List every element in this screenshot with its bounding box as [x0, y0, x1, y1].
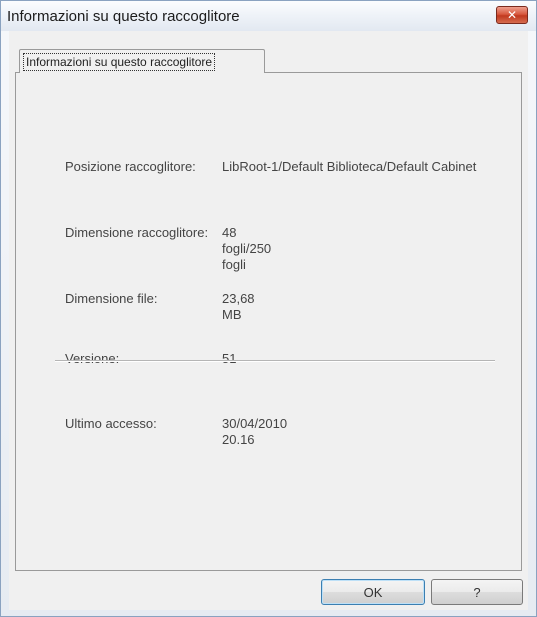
- dialog-window: Informazioni su questo raccoglitore ✕ In…: [0, 0, 537, 617]
- tab-panel-info: Posizione raccoglitore: LibRoot-1/Defaul…: [15, 72, 522, 571]
- file-size-label: Dimensione file:: [65, 291, 158, 306]
- dialog-client-area: Informazioni su questo raccoglitore Posi…: [9, 31, 528, 610]
- size-label: Dimensione raccoglitore:: [65, 225, 209, 240]
- last-access-label: Ultimo accesso:: [65, 416, 157, 431]
- tab-info-label: Informazioni su questo raccoglitore: [23, 53, 216, 71]
- version-label: Versione:: [65, 351, 120, 366]
- help-button[interactable]: ?: [431, 579, 523, 605]
- ok-button[interactable]: OK: [321, 579, 425, 605]
- separator-line: [55, 360, 495, 362]
- close-button[interactable]: ✕: [496, 6, 528, 24]
- position-label: Posizione raccoglitore:: [65, 159, 196, 174]
- version-value: 51: [222, 351, 237, 366]
- position-value: LibRoot-1/Default Biblioteca/Default Cab…: [222, 159, 477, 174]
- last-access-value: 30/04/2010 20.16: [222, 416, 288, 447]
- size-value: 48 fogli/250 fogli: [222, 225, 272, 272]
- window-title: Informazioni su questo raccoglitore: [7, 8, 240, 25]
- tab-info[interactable]: Informazioni su questo raccoglitore: [19, 49, 265, 73]
- file-size-value: 23,68 MB: [222, 291, 255, 322]
- title-bar[interactable]: Informazioni su questo raccoglitore ✕: [1, 1, 536, 31]
- close-icon: ✕: [506, 8, 518, 22]
